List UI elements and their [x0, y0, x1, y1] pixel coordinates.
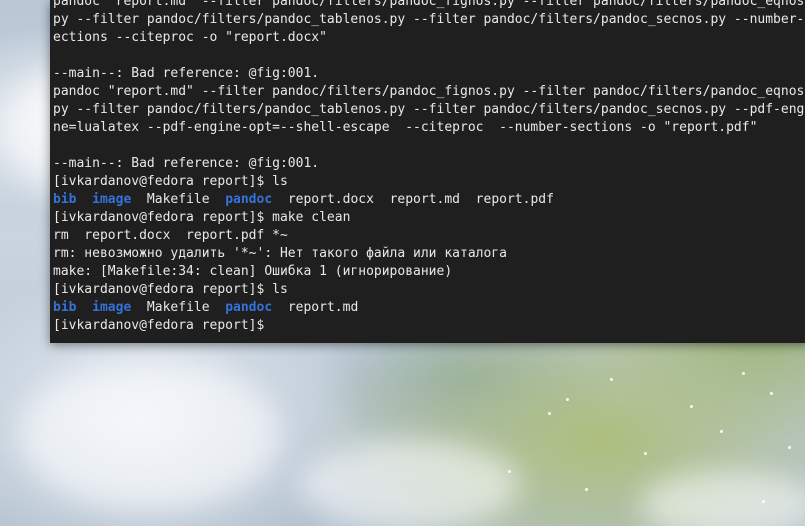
- terminal-line: ections --citeproc -o "report.docx": [53, 29, 805, 47]
- terminal-text: make: [Makefile:34: clean] Ошибка 1 (игн…: [53, 264, 453, 279]
- terminal-text: rm report.docx report.pdf *~: [53, 228, 288, 243]
- terminal-line: pandoc "report.md" --filter pandoc/filte…: [53, 0, 805, 11]
- directory-name: pandoc: [225, 300, 273, 315]
- terminal-text: [ivkardanov@fedora report]$ ls: [53, 282, 288, 297]
- directory-name: image: [92, 300, 132, 315]
- terminal-line: rm: невозможно удалить '*~': Нет такого …: [53, 245, 805, 263]
- terminal-text: rm: невозможно удалить '*~': Нет такого …: [53, 246, 507, 261]
- terminal-text: Makefile: [131, 300, 226, 315]
- terminal-line: rm report.docx report.pdf *~: [53, 227, 805, 245]
- terminal-text: Makefile: [131, 192, 226, 207]
- terminal-window[interactable]: pandoc "report.md" --filter pandoc/filte…: [50, 0, 805, 343]
- terminal-line: [ivkardanov@fedora report]$ make clean: [53, 209, 805, 227]
- directory-name: bib: [53, 300, 77, 315]
- terminal-text: --main--: Bad reference: @fig:001.: [53, 66, 320, 81]
- directory-name: pandoc: [225, 192, 273, 207]
- terminal-text: [ivkardanov@fedora report]$ ls: [53, 174, 288, 189]
- terminal-line: pandoc "report.md" --filter pandoc/filte…: [53, 83, 805, 101]
- terminal-text: pandoc "report.md" --filter pandoc/filte…: [53, 84, 805, 99]
- terminal-text: --main--: Bad reference: @fig:001.: [53, 156, 320, 171]
- terminal-text: report.docx report.md report.pdf: [272, 192, 554, 207]
- terminal-line: py --filter pandoc/filters/pandoc_tablen…: [53, 101, 805, 119]
- terminal-text: py --filter pandoc/filters/pandoc_tablen…: [53, 102, 805, 117]
- terminal-line: [ivkardanov@fedora report]$ ls: [53, 173, 805, 191]
- terminal-line: --main--: Bad reference: @fig:001.: [53, 65, 805, 83]
- terminal-line: bib image Makefile pandoc report.docx re…: [53, 191, 805, 209]
- terminal-line: py --filter pandoc/filters/pandoc_tablen…: [53, 11, 805, 29]
- terminal-text: ections --citeproc -o "report.docx": [53, 30, 327, 45]
- terminal-text: pandoc "report.md" --filter pandoc/filte…: [53, 0, 805, 9]
- terminal-text: ne=lualatex --pdf-engine-opt=--shell-esc…: [53, 120, 758, 135]
- terminal-cursor: [272, 317, 280, 332]
- terminal-text: report.md: [272, 300, 359, 315]
- terminal-output[interactable]: pandoc "report.md" --filter pandoc/filte…: [53, 0, 805, 335]
- terminal-text: py --filter pandoc/filters/pandoc_tablen…: [53, 12, 805, 27]
- terminal-text: [ivkardanov@fedora report]$: [53, 318, 273, 333]
- terminal-line: [ivkardanov@fedora report]$: [53, 317, 805, 335]
- directory-name: bib: [53, 192, 77, 207]
- terminal-line: make: [Makefile:34: clean] Ошибка 1 (игн…: [53, 263, 805, 281]
- terminal-text: [ivkardanov@fedora report]$ make clean: [53, 210, 351, 225]
- terminal-line: --main--: Bad reference: @fig:001.: [53, 155, 805, 173]
- directory-name: image: [92, 192, 132, 207]
- terminal-line: bib image Makefile pandoc report.md: [53, 299, 805, 317]
- terminal-line: [ivkardanov@fedora report]$ ls: [53, 281, 805, 299]
- terminal-line: ne=lualatex --pdf-engine-opt=--shell-esc…: [53, 119, 805, 137]
